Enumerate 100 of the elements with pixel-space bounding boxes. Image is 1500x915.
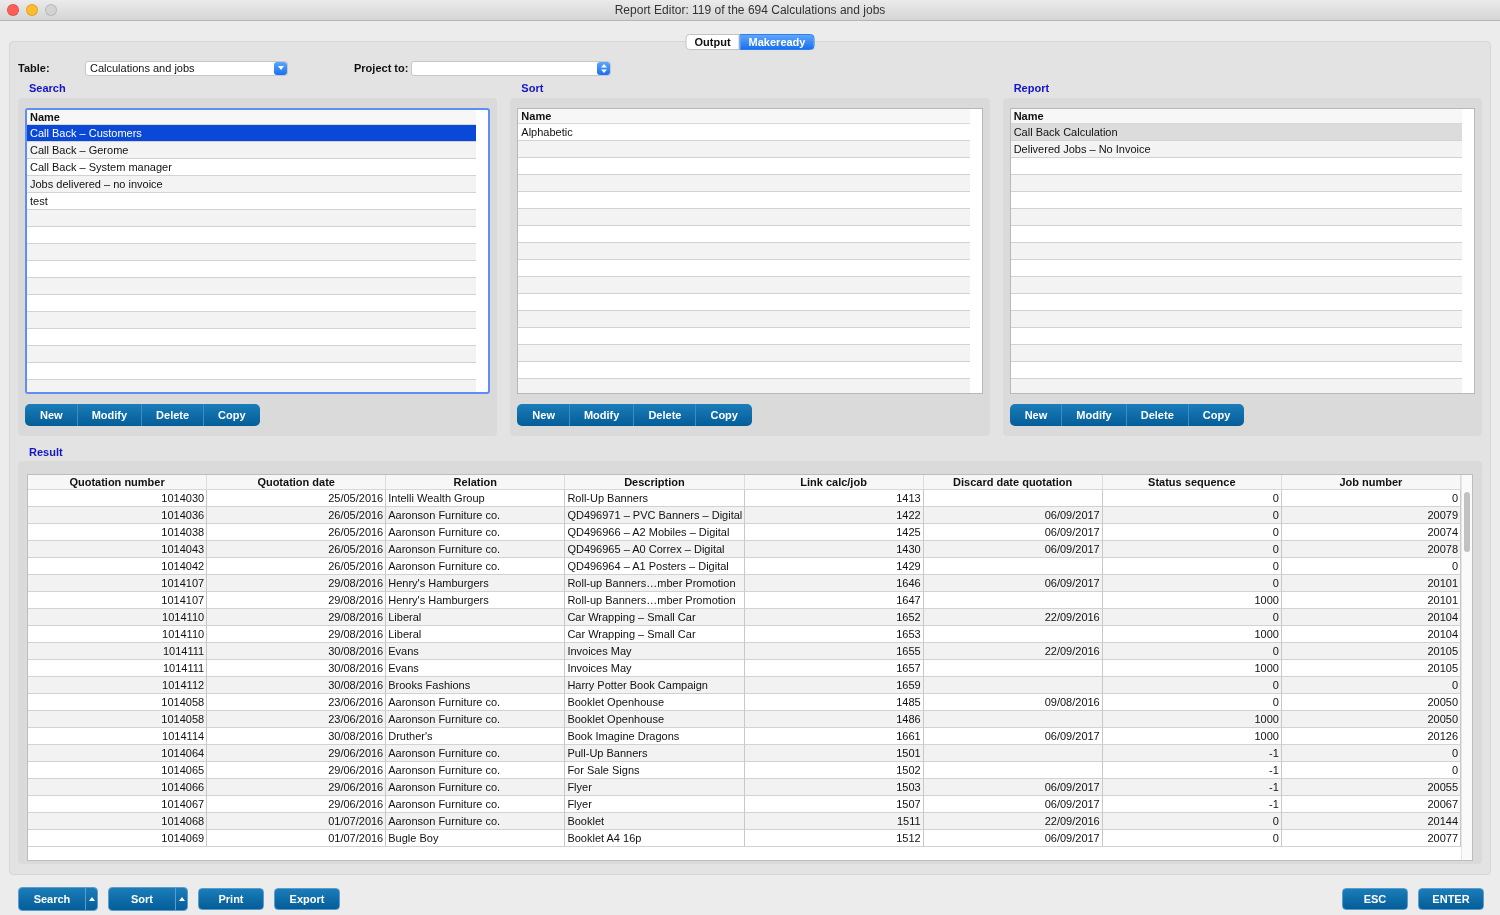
footer-button[interactable]: Sort <box>109 888 175 910</box>
table-cell: Aaronson Furniture co. <box>386 507 566 524</box>
table-cell: 1014107 <box>28 592 208 609</box>
list-item[interactable]: Call Back Calculation <box>1010 124 1462 141</box>
table-cell: 20144 <box>1281 813 1461 830</box>
close-button[interactable] <box>7 4 19 16</box>
table-cell: 29/08/2016 <box>207 626 387 643</box>
table-cell: 1000 <box>1102 626 1282 643</box>
table-cell: For Sale Signs <box>565 762 745 779</box>
table-cell: Booklet A4 16p <box>565 830 745 847</box>
table-cell: 20105 <box>1281 660 1461 677</box>
table-cell: 30/08/2016 <box>207 643 387 660</box>
table-cell: 1014107 <box>28 575 208 592</box>
table-cell: Evans <box>386 643 566 660</box>
table-cell: 1652 <box>744 609 924 626</box>
table-cell: Aaronson Furniture co. <box>386 796 566 813</box>
table-cell: 06/09/2017 <box>923 796 1103 813</box>
table-cell: Invoices May <box>565 660 745 677</box>
panel-button[interactable]: Delete <box>141 404 204 426</box>
table-cell: 1014068 <box>28 813 208 830</box>
table-cell: 1422 <box>744 507 924 524</box>
table-cell: 1655 <box>744 643 924 660</box>
table-cell: Booklet <box>565 813 745 830</box>
column-header[interactable]: Quotation number <box>28 475 208 490</box>
table-cell: 1000 <box>1102 728 1282 745</box>
table-cell: Booklet Openhouse <box>565 694 745 711</box>
panel-button[interactable]: Modify <box>568 404 634 426</box>
table-cell: Aaronson Furniture co. <box>386 558 566 575</box>
footer-button[interactable]: ESC <box>1342 888 1408 910</box>
table-cell: Henry's Hamburgers <box>386 592 566 609</box>
table-cell: Brooks Fashions <box>386 677 566 694</box>
table-cell: 1511 <box>744 813 924 830</box>
list-item[interactable]: Delivered Jobs – No Invoice <box>1010 141 1462 158</box>
panel-button[interactable]: New <box>1009 404 1062 426</box>
footer-button[interactable]: Print <box>198 888 264 910</box>
table-cell: Harry Potter Book Campaign <box>565 677 745 694</box>
table-cell: Liberal <box>386 626 566 643</box>
table-cell: 1014058 <box>28 711 208 728</box>
table-cell: 1661 <box>744 728 924 745</box>
table-cell: 0 <box>1102 813 1282 830</box>
column-header[interactable]: Relation <box>386 475 566 490</box>
table-cell: 30/08/2016 <box>207 677 387 694</box>
panel-button[interactable]: Modify <box>1061 404 1126 426</box>
table-cell: Aaronson Furniture co. <box>386 524 566 541</box>
table-cell: QD496965 – A0 Correx – Digital <box>565 541 745 558</box>
table-cell: 0 <box>1281 677 1461 694</box>
column-header[interactable]: Discard date quotation <box>923 475 1103 490</box>
panel-button[interactable]: Copy <box>203 404 260 426</box>
panel-button[interactable]: Copy <box>1187 404 1245 426</box>
table-cell: 1014111 <box>28 643 208 660</box>
footer-button[interactable]: ENTER <box>1418 888 1484 910</box>
up-down-icon <box>600 63 607 73</box>
zoom-button[interactable] <box>45 4 57 16</box>
table-cell: QD496964 – A1 Posters – Digital <box>565 558 745 575</box>
panel-title: Report <box>1013 82 1050 96</box>
minimize-button[interactable] <box>26 4 38 16</box>
table-cell: 06/09/2017 <box>923 575 1103 592</box>
table-select[interactable]: Calculations and jobs <box>85 60 288 76</box>
table-cell: 1000 <box>1102 711 1282 728</box>
column-header[interactable]: Description <box>565 475 745 490</box>
table-cell: 06/09/2017 <box>923 779 1103 796</box>
table-cell: 22/09/2016 <box>923 813 1103 830</box>
table-cell: 20050 <box>1281 694 1461 711</box>
table-cell: 1485 <box>744 694 924 711</box>
table-cell: -1 <box>1102 745 1282 762</box>
table-cell: 20101 <box>1281 575 1461 592</box>
column-header[interactable]: Link calc/job <box>744 475 924 490</box>
table-cell: 1014036 <box>28 507 208 524</box>
table-cell: 22/09/2016 <box>923 643 1103 660</box>
column-header[interactable]: Quotation date <box>207 475 387 490</box>
panel-button[interactable]: Copy <box>695 404 752 426</box>
table-cell: Aaronson Furniture co. <box>386 694 566 711</box>
list-item[interactable]: Call Back – Customers <box>27 125 477 142</box>
panel-button[interactable]: New <box>25 404 77 426</box>
panel-button[interactable]: Delete <box>1125 404 1188 426</box>
table-cell: Flyer <box>565 796 745 813</box>
table-cell: 1430 <box>744 541 924 558</box>
column-header[interactable]: Job number <box>1281 475 1461 490</box>
panel-button[interactable]: New <box>517 404 569 426</box>
list-item[interactable]: Call Back – Gerome <box>27 142 477 159</box>
column-header[interactable]: Status sequence <box>1102 475 1282 490</box>
panel-button[interactable]: Modify <box>76 404 142 426</box>
table-cell: Booklet Openhouse <box>565 711 745 728</box>
table-cell: 06/09/2017 <box>923 728 1103 745</box>
footer-button[interactable]: Export <box>274 888 340 910</box>
footer-button[interactable]: Search <box>19 888 85 910</box>
menu-caret-button[interactable] <box>175 888 187 910</box>
project-select[interactable] <box>411 60 612 76</box>
view-tab[interactable]: Output <box>685 34 740 50</box>
table-cell: 0 <box>1281 745 1461 762</box>
view-tab[interactable]: Makeready <box>739 34 815 50</box>
panel-button[interactable]: Delete <box>633 404 696 426</box>
table-cell: Car Wrapping – Small Car <box>565 609 745 626</box>
list-item[interactable]: Jobs delivered – no invoice <box>27 176 477 193</box>
column-header: Name <box>27 110 477 125</box>
table-cell: 0 <box>1102 575 1282 592</box>
table-cell: Evans <box>386 660 566 677</box>
scrollbar-thumb[interactable] <box>1464 492 1470 552</box>
table-cell: 1659 <box>744 677 924 694</box>
menu-caret-button[interactable] <box>85 888 97 910</box>
